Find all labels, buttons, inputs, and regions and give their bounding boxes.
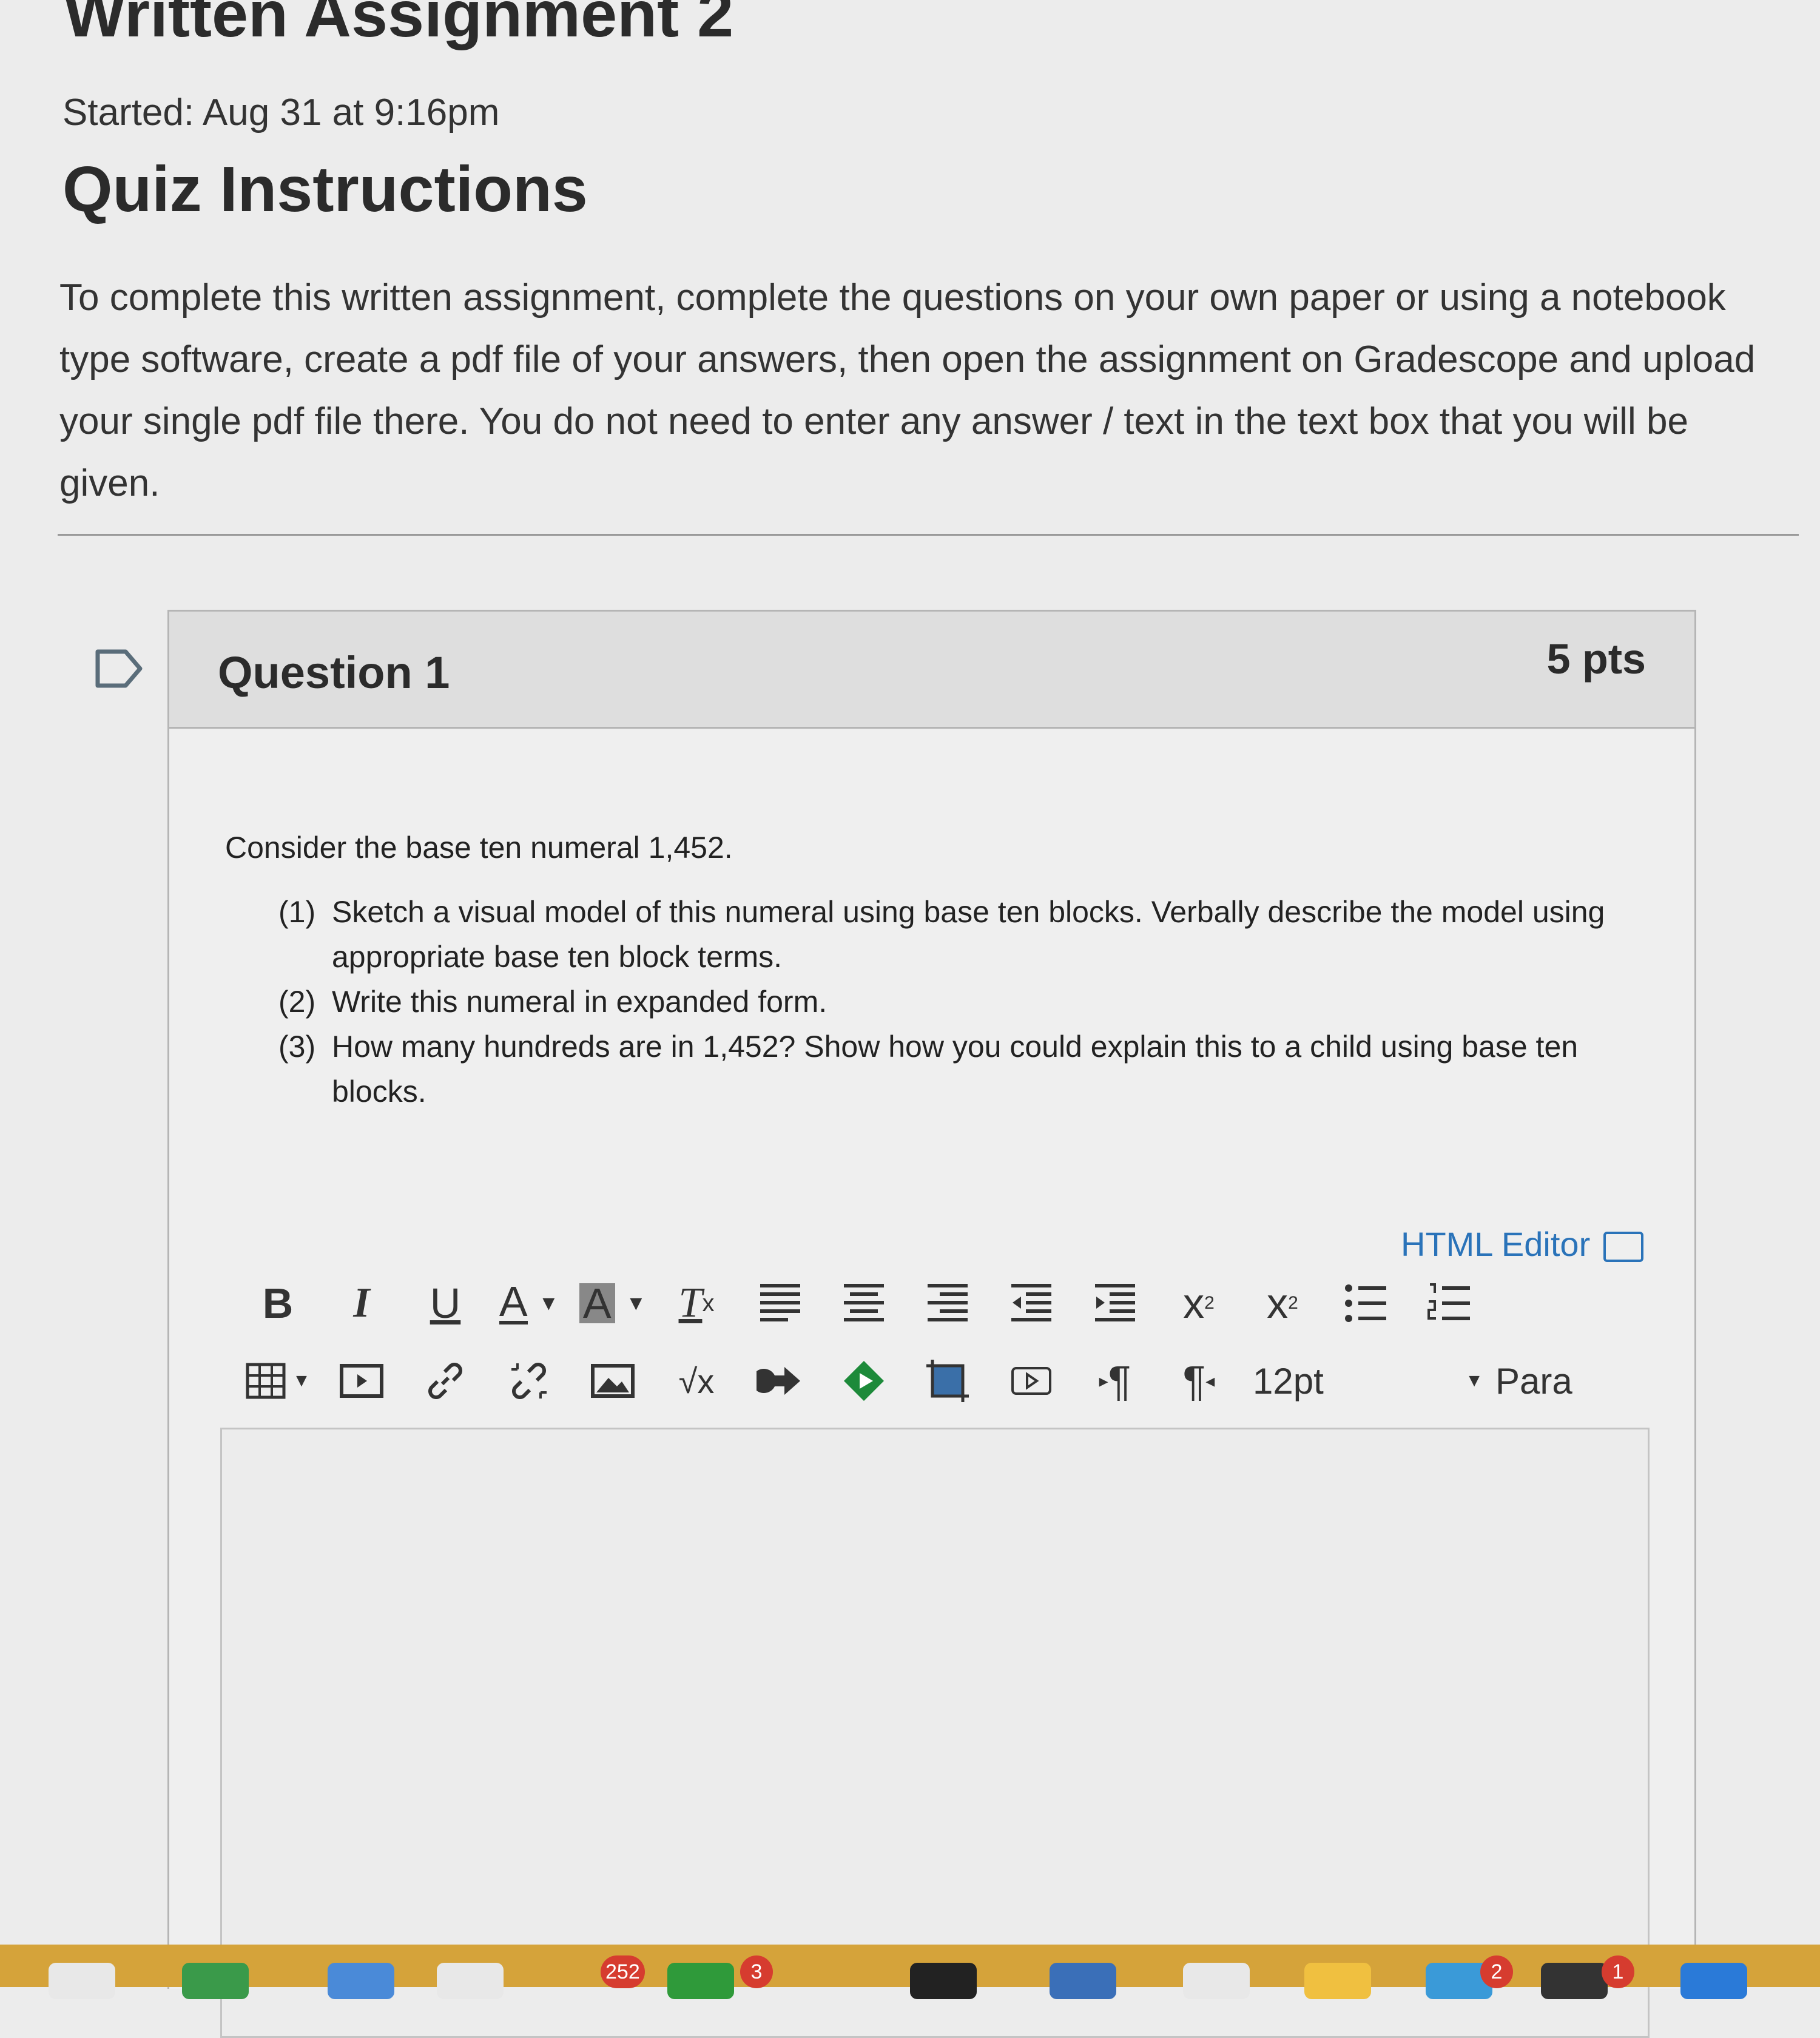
html-editor-label: HTML Editor	[1401, 1225, 1591, 1263]
dock-app-icon[interactable]	[49, 1963, 115, 1999]
table-icon[interactable]: ▼	[236, 1348, 320, 1414]
notification-badge: 1	[1602, 1955, 1634, 1988]
media-icon[interactable]	[320, 1348, 403, 1414]
ltr-icon[interactable]: ▸ ¶	[1073, 1348, 1157, 1414]
dock-app-icon[interactable]	[667, 1963, 734, 1999]
keyboard-icon	[1603, 1232, 1643, 1263]
paragraph-value: Para	[1495, 1360, 1572, 1402]
equation-icon[interactable]: √x	[655, 1348, 738, 1414]
item-number: (2)	[278, 985, 316, 1019]
question-body: Consider the base ten numeral 1,452. (1)…	[225, 830, 1620, 1114]
flag-question-icon[interactable]	[94, 648, 144, 689]
notification-badge: 3	[740, 1955, 773, 1988]
dock-app-icon[interactable]	[182, 1963, 249, 1999]
list-item: (3) How many hundreds are in 1,452? Show…	[225, 1024, 1620, 1114]
dock-app-icon[interactable]	[1680, 1963, 1747, 1999]
dock-app-icon[interactable]	[1050, 1963, 1116, 1999]
question-title: Question 1	[218, 647, 450, 698]
embed-icon[interactable]	[738, 1348, 822, 1414]
notification-badge: 2	[1480, 1955, 1513, 1988]
dock-app-icon[interactable]	[437, 1963, 504, 1999]
dock-app-icon[interactable]	[910, 1963, 977, 1999]
editor-toolbar-row-2: ▼ √x ▸ ¶ ¶ ◂ 12pt ▼ Para	[236, 1348, 1617, 1414]
link-icon[interactable]	[403, 1348, 487, 1414]
quiz-instructions-heading: Quiz Instructions	[62, 154, 588, 225]
dock-app-icon[interactable]	[328, 1963, 394, 1999]
italic-icon[interactable]: I	[320, 1270, 403, 1337]
question-card: Question 1 5 pts Consider the base ten n…	[167, 610, 1696, 2038]
item-text: How many hundreds are in 1,452? Show how…	[332, 1030, 1579, 1108]
editor-toolbar-row-1: B I U A ▼ A ▼ Tx x2 x2	[236, 1270, 1492, 1337]
question-points: 5 pts	[1546, 635, 1646, 683]
outdent-icon[interactable]	[989, 1270, 1073, 1337]
bullet-list-icon[interactable]	[1324, 1270, 1408, 1337]
divider	[58, 534, 1799, 536]
background-color-icon[interactable]: A ▼	[571, 1270, 655, 1337]
align-center-icon[interactable]	[822, 1270, 906, 1337]
item-number: (1)	[278, 895, 316, 929]
item-text: Sketch a visual model of this numeral us…	[332, 895, 1605, 974]
question-header: Question 1 5 pts	[169, 612, 1694, 729]
question-intro: Consider the base ten numeral 1,452.	[225, 831, 733, 865]
list-item: (2) Write this numeral in expanded form.	[225, 979, 1620, 1024]
item-number: (3)	[278, 1030, 316, 1064]
record-media-icon[interactable]	[989, 1348, 1073, 1414]
subscript-icon[interactable]: x2	[1241, 1270, 1324, 1337]
align-left-icon[interactable]	[738, 1270, 822, 1337]
apps-icon[interactable]	[822, 1348, 906, 1414]
question-items: (1) Sketch a visual model of this numera…	[225, 889, 1620, 1114]
clear-formatting-icon[interactable]: Tx	[655, 1270, 738, 1337]
align-right-icon[interactable]	[906, 1270, 989, 1337]
superscript-icon[interactable]: x2	[1157, 1270, 1241, 1337]
font-size-value: 12pt	[1253, 1360, 1324, 1402]
dock-app-icon[interactable]	[1541, 1963, 1608, 1999]
font-color-icon[interactable]: A ▼	[487, 1270, 571, 1337]
started-timestamp: Started: Aug 31 at 9:16pm	[62, 92, 500, 133]
paragraph-select[interactable]: Para	[1495, 1348, 1617, 1414]
dock-app-icon[interactable]	[1183, 1963, 1250, 1999]
chevron-down-icon: ▼	[1465, 1371, 1483, 1391]
indent-icon[interactable]	[1073, 1270, 1157, 1337]
dock-app-icon[interactable]	[1304, 1963, 1371, 1999]
quiz-instructions-text: To complete this written assignment, com…	[59, 277, 1756, 504]
numbered-list-icon[interactable]	[1408, 1270, 1492, 1337]
rtl-icon[interactable]: ¶ ◂	[1157, 1348, 1241, 1414]
crop-image-icon[interactable]	[906, 1348, 989, 1414]
notification-badge: 252	[601, 1955, 645, 1988]
font-size-select[interactable]: 12pt ▼	[1241, 1348, 1495, 1414]
page-title: Written Assignment 2	[64, 0, 734, 50]
underline-icon[interactable]: U	[403, 1270, 487, 1337]
image-icon[interactable]	[571, 1348, 655, 1414]
html-editor-link[interactable]: HTML Editor	[1401, 1224, 1643, 1264]
list-item: (1) Sketch a visual model of this numera…	[225, 889, 1620, 979]
unlink-icon[interactable]	[487, 1348, 571, 1414]
bold-icon[interactable]: B	[236, 1270, 320, 1337]
item-text: Write this numeral in expanded form.	[332, 985, 827, 1019]
dock: 252 3 2 1	[0, 1945, 1820, 1999]
